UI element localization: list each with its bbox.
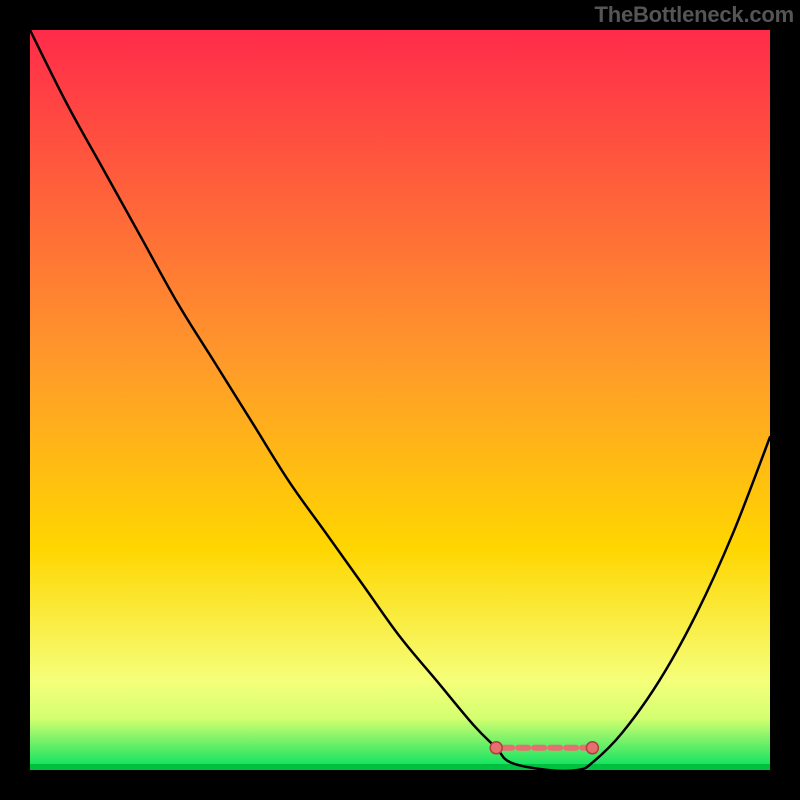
marker-dot	[586, 742, 598, 754]
baseline-band	[30, 764, 770, 770]
chart-svg	[0, 0, 800, 800]
plot-background	[30, 30, 770, 770]
marker-dot	[490, 742, 502, 754]
chart-container: TheBottleneck.com	[0, 0, 800, 800]
credit-text: TheBottleneck.com	[594, 2, 794, 28]
